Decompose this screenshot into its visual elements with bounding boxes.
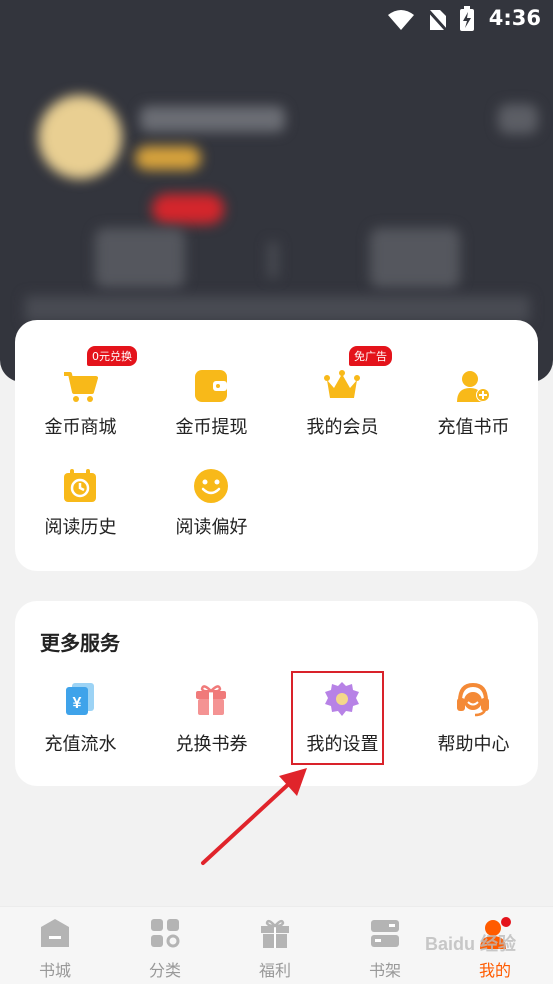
svg-text:¥: ¥: [73, 695, 82, 712]
vip-badge-blurred: [152, 194, 224, 224]
recharge-history-item[interactable]: ¥ 充值流水: [15, 681, 146, 761]
smile-icon: [194, 469, 228, 503]
tab-bookstore[interactable]: 书城: [0, 907, 110, 984]
add-user-icon: [457, 371, 490, 402]
section-title: 更多服务: [40, 631, 120, 655]
tab-bookshelf[interactable]: 书架: [330, 907, 440, 984]
reading-preference-item[interactable]: 阅读偏好: [146, 450, 277, 540]
battery-charging-icon: [460, 6, 474, 31]
status-bar: 4:36: [0, 0, 553, 40]
ad-free-tag: 免广告: [349, 346, 392, 366]
tab-welfare-label: 福利: [258, 961, 291, 980]
tab-bookstore-label: 书城: [38, 961, 71, 980]
tab-bookshelf-label: 书架: [368, 961, 401, 980]
gold-shop-label: 金币商城: [44, 417, 117, 438]
zero-cost-tag: 0元兑换: [87, 346, 137, 366]
reading-preference-label: 阅读偏好: [175, 517, 248, 538]
banner-blurred: [25, 296, 530, 322]
yuan-card-icon: ¥: [66, 683, 94, 715]
username-blurred: [140, 106, 285, 132]
gift-icon: [261, 919, 289, 948]
reading-history-label: 阅读历史: [44, 517, 117, 538]
reading-history-item[interactable]: 阅读历史: [15, 450, 146, 540]
pointer-arrow: [201, 768, 307, 865]
stat-divider: [268, 242, 278, 278]
help-center-item[interactable]: 帮助中心: [408, 681, 539, 761]
cart-icon: [64, 372, 98, 402]
headset-icon: [457, 682, 489, 717]
redeem-voucher-item[interactable]: 兑换书券: [146, 681, 277, 761]
wallet-icon: [195, 370, 227, 402]
gold-withdraw-item[interactable]: 金币提现: [146, 350, 277, 440]
settings-highlight-box: [291, 671, 384, 765]
no-sim-icon: [426, 8, 448, 32]
gold-shop-item[interactable]: 0元兑换 金币商城: [15, 346, 146, 440]
category-icon: [151, 919, 180, 948]
avatar[interactable]: [38, 95, 122, 179]
gold-withdraw-label: 金币提现: [175, 417, 248, 438]
my-membership-label: 我的会员: [306, 417, 379, 438]
stat-blurred-right: [370, 228, 460, 288]
status-icons: [381, 6, 475, 32]
my-membership-item[interactable]: 免广告 我的会员: [277, 346, 408, 440]
tab-mine-label: 我的: [478, 961, 511, 980]
bookshelf-icon: [371, 920, 399, 947]
gift-icon: [196, 685, 226, 715]
header-action-blurred[interactable]: [498, 104, 538, 134]
tab-category-label: 分类: [148, 961, 181, 980]
tab-welfare[interactable]: 福利: [220, 907, 330, 984]
wifi-icon: [387, 10, 414, 30]
redeem-voucher-label: 兑换书券: [175, 734, 248, 755]
tab-category[interactable]: 分类: [110, 907, 220, 984]
level-badge-blurred: [135, 146, 201, 170]
recharge-coins-label: 充值书币: [437, 417, 510, 438]
quick-grid-card: 0元兑换 金币商城 金币提现 免广告 我的会员 充值书币 阅读历史 阅读偏好: [15, 320, 538, 571]
more-services-card: 更多服务 ¥ 充值流水 兑换书券 我的设置 帮助中心: [15, 601, 538, 786]
status-time: 4:36: [488, 6, 541, 30]
recharge-coins-item[interactable]: 充值书币: [408, 350, 539, 440]
stat-blurred-left: [95, 228, 185, 288]
recharge-history-label: 充值流水: [44, 734, 117, 755]
watermark: Baidu 经验: [425, 934, 517, 954]
crown-icon: [324, 370, 360, 398]
store-icon: [41, 919, 69, 947]
calendar-history-icon: [64, 469, 96, 502]
help-center-label: 帮助中心: [437, 734, 510, 755]
